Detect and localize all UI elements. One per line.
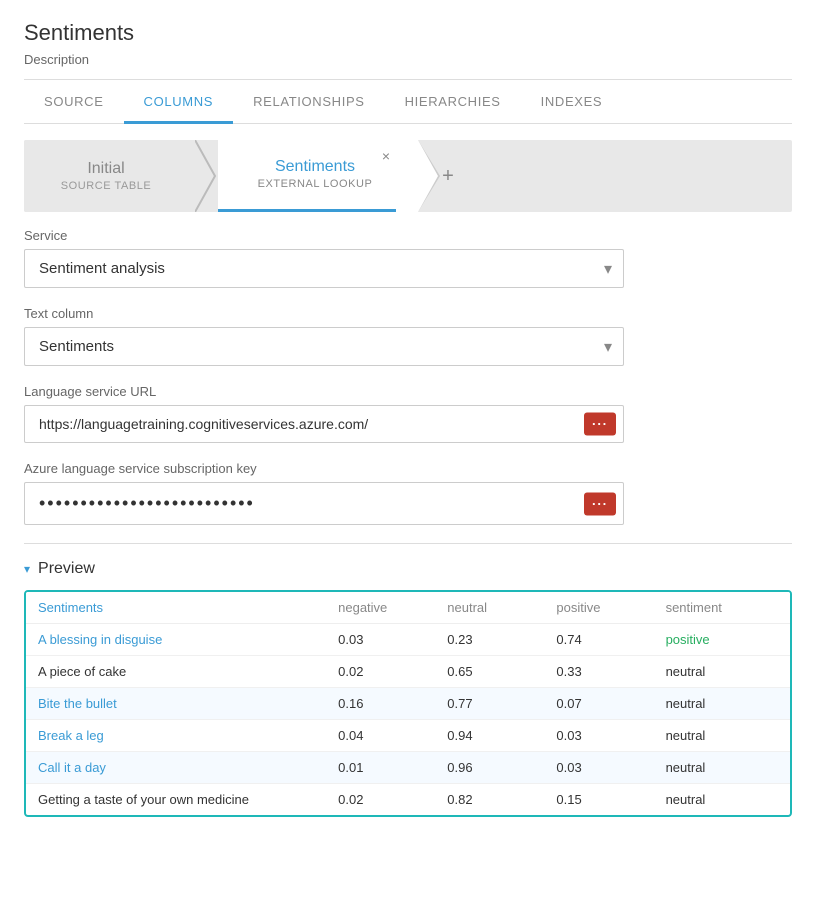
cell-sentiments: A blessing in disguise — [26, 624, 326, 656]
preview-toggle-icon[interactable]: ▾ — [24, 562, 30, 576]
tab-columns[interactable]: COLUMNS — [124, 80, 234, 124]
pipeline-step-initial-sub: SOURCE TABLE — [61, 180, 152, 192]
text-column-section: Text column Sentiments ▾ — [24, 306, 792, 366]
subscription-key-label: Azure language service subscription key — [24, 461, 792, 476]
cell-sentiment: neutral — [654, 784, 790, 816]
cell-sentiment: neutral — [654, 656, 790, 688]
cell-sentiments: Call it a day — [26, 752, 326, 784]
table-row: A piece of cake0.020.650.33neutral — [26, 656, 790, 688]
pipeline-step-initial-name: Initial — [87, 160, 124, 178]
col-header-positive: positive — [544, 592, 653, 624]
cell-neutral: 0.96 — [435, 752, 544, 784]
text-column-select[interactable]: Sentiments — [24, 327, 624, 366]
table-row: A blessing in disguise0.030.230.74positi… — [26, 624, 790, 656]
language-url-action-button[interactable]: ··· — [584, 413, 616, 436]
page-container: Sentiments Description SOURCE COLUMNS RE… — [0, 0, 816, 817]
preview-title: Preview — [38, 560, 95, 578]
cell-negative: 0.02 — [326, 656, 435, 688]
text-column-label: Text column — [24, 306, 792, 321]
cell-positive: 0.03 — [544, 720, 653, 752]
service-label: Service — [24, 228, 792, 243]
cell-sentiment: neutral — [654, 720, 790, 752]
language-url-input[interactable] — [24, 405, 624, 443]
pipeline-step-sentiments-name: Sentiments — [275, 158, 355, 176]
service-select-wrapper: Sentiment analysis ▾ — [24, 249, 624, 288]
cell-neutral: 0.77 — [435, 688, 544, 720]
subscription-key-input-wrapper: ··· — [24, 482, 624, 525]
subscription-key-section: Azure language service subscription key … — [24, 461, 792, 525]
tab-hierarchies[interactable]: HIERARCHIES — [385, 80, 521, 124]
language-url-input-wrapper: ··· — [24, 405, 624, 443]
tab-indexes[interactable]: INDEXES — [521, 80, 623, 124]
tabs-nav: SOURCE COLUMNS RELATIONSHIPS HIERARCHIES… — [24, 80, 792, 124]
tab-relationships[interactable]: RELATIONSHIPS — [233, 80, 385, 124]
cell-positive: 0.74 — [544, 624, 653, 656]
page-title: Sentiments — [24, 20, 792, 46]
cell-sentiment: neutral — [654, 752, 790, 784]
col-header-neutral: neutral — [435, 592, 544, 624]
pipeline-step-sentiments[interactable]: Sentiments EXTERNAL LOOKUP × — [218, 140, 418, 212]
cell-positive: 0.33 — [544, 656, 653, 688]
table-row: Bite the bullet0.160.770.07neutral — [26, 688, 790, 720]
cell-positive: 0.07 — [544, 688, 653, 720]
cell-neutral: 0.82 — [435, 784, 544, 816]
col-header-sentiment: sentiment — [654, 592, 790, 624]
cell-sentiments: Getting a taste of your own medicine — [26, 784, 326, 816]
tab-source[interactable]: SOURCE — [24, 80, 124, 124]
cell-neutral: 0.94 — [435, 720, 544, 752]
preview-table: Sentiments negative neutral positive sen… — [26, 592, 790, 815]
preview-table-container: Sentiments negative neutral positive sen… — [24, 590, 792, 817]
col-header-negative: negative — [326, 592, 435, 624]
table-row: Getting a taste of your own medicine0.02… — [26, 784, 790, 816]
cell-negative: 0.04 — [326, 720, 435, 752]
pipeline-active-underline — [218, 209, 396, 212]
cell-positive: 0.15 — [544, 784, 653, 816]
cell-sentiment: positive — [654, 624, 790, 656]
text-column-select-wrapper: Sentiments ▾ — [24, 327, 624, 366]
cell-negative: 0.02 — [326, 784, 435, 816]
cell-neutral: 0.65 — [435, 656, 544, 688]
cell-sentiment: neutral — [654, 688, 790, 720]
cell-positive: 0.03 — [544, 752, 653, 784]
cell-negative: 0.16 — [326, 688, 435, 720]
cell-sentiments: A piece of cake — [26, 656, 326, 688]
pipeline-bar: Initial SOURCE TABLE Sentiments EXTERNAL… — [24, 140, 792, 212]
table-row: Break a leg0.040.940.03neutral — [26, 720, 790, 752]
service-select[interactable]: Sentiment analysis — [24, 249, 624, 288]
language-url-section: Language service URL ··· — [24, 384, 792, 443]
pipeline-step-sentiments-sub: EXTERNAL LOOKUP — [258, 178, 373, 190]
table-row: Call it a day0.010.960.03neutral — [26, 752, 790, 784]
page-description: Description — [24, 52, 792, 80]
col-header-sentiments: Sentiments — [26, 592, 326, 624]
pipeline-separator — [194, 140, 218, 212]
cell-negative: 0.01 — [326, 752, 435, 784]
service-section: Service Sentiment analysis ▾ — [24, 228, 792, 288]
preview-header: ▾ Preview — [24, 560, 792, 578]
table-header-row: Sentiments negative neutral positive sen… — [26, 592, 790, 624]
cell-sentiments: Break a leg — [26, 720, 326, 752]
pipeline-step-close-icon[interactable]: × — [382, 148, 390, 164]
cell-negative: 0.03 — [326, 624, 435, 656]
section-divider — [24, 543, 792, 544]
cell-sentiments: Bite the bullet — [26, 688, 326, 720]
cell-neutral: 0.23 — [435, 624, 544, 656]
pipeline-step-initial[interactable]: Initial SOURCE TABLE — [24, 140, 194, 212]
subscription-key-input[interactable] — [24, 482, 624, 525]
preview-section: ▾ Preview Sentiments negative neutral po… — [24, 560, 792, 817]
language-url-label: Language service URL — [24, 384, 792, 399]
subscription-key-action-button[interactable]: ··· — [584, 492, 616, 515]
